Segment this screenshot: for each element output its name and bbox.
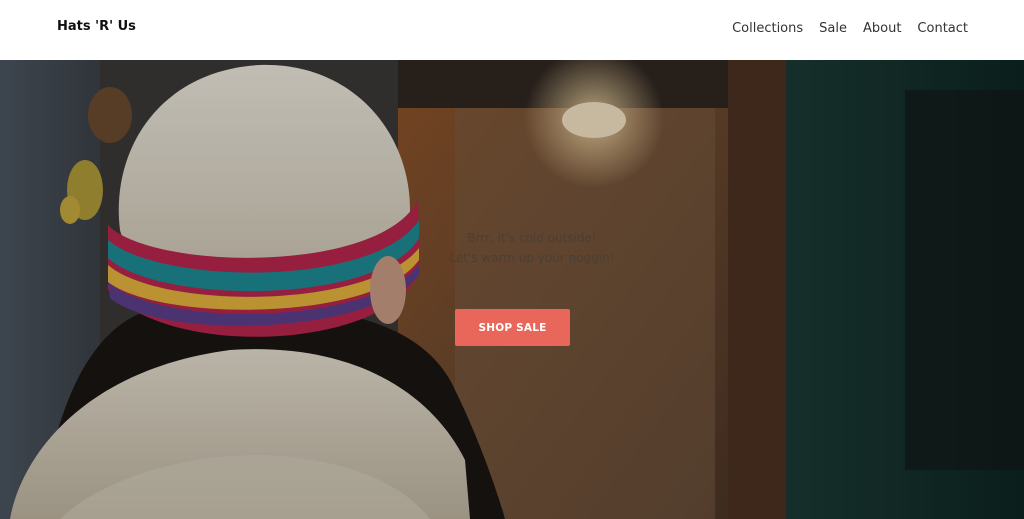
nav-link-contact[interactable]: Contact: [917, 21, 968, 36]
hero-tagline-line2: Let's warm up your noggin!: [449, 251, 615, 265]
hero-banner: Brrr, it's cold outside! Let's warm up y…: [0, 60, 1024, 519]
hero-tagline-line1: Brrr, it's cold outside!: [467, 231, 597, 245]
site-header: Hats 'R' Us Collections Sale About Conta…: [0, 0, 1024, 60]
hero-tagline: Brrr, it's cold outside! Let's warm up y…: [400, 228, 664, 268]
shop-sale-button[interactable]: SHOP SALE: [455, 309, 570, 346]
site-logo[interactable]: Hats 'R' Us: [57, 19, 136, 34]
nav-link-collections[interactable]: Collections: [732, 21, 803, 36]
nav-link-about[interactable]: About: [863, 21, 901, 36]
main-nav: Collections Sale About Contact: [732, 21, 968, 36]
hero-dark-overlay: [0, 60, 1024, 519]
nav-link-sale[interactable]: Sale: [819, 21, 847, 36]
